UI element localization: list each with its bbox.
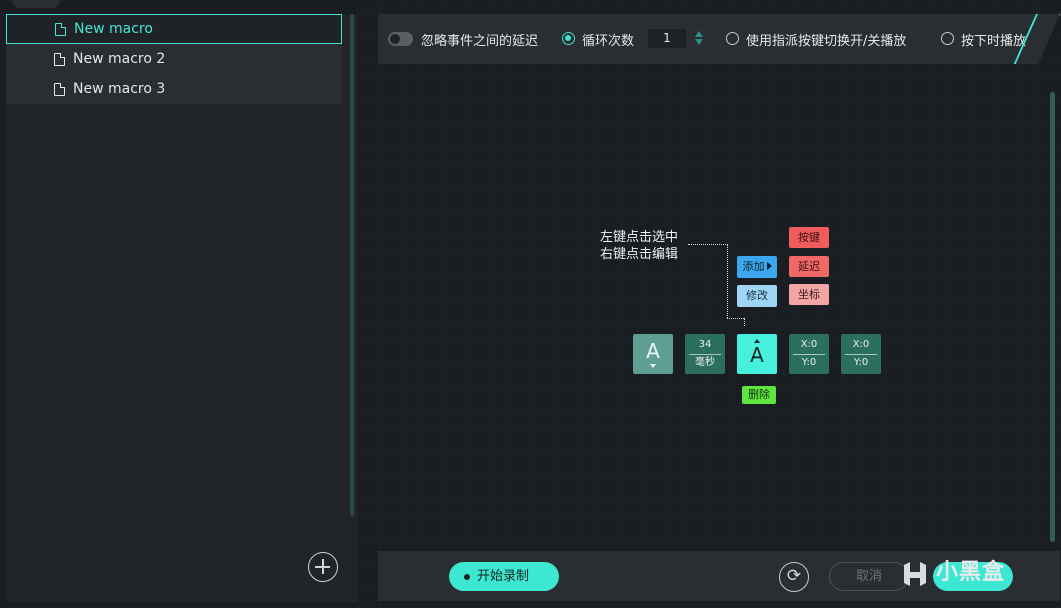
key-up-event[interactable]: A: [737, 334, 777, 374]
coordinate-x: X:0: [852, 339, 870, 350]
edit-button[interactable]: 修改: [737, 285, 777, 307]
ignore-delay-label: 忽略事件之间的延迟: [421, 34, 539, 49]
toggle-key-radio[interactable]: [726, 32, 739, 45]
coordinate-x: X:0: [800, 339, 818, 350]
start-recording-button[interactable]: 开始录制: [449, 562, 559, 591]
stepper-up-icon[interactable]: [695, 31, 703, 37]
divider: [845, 354, 877, 355]
divider: [689, 354, 721, 355]
delay-event[interactable]: 34 毫秒: [685, 334, 725, 374]
xiaoheihe-logo-icon: [904, 562, 926, 586]
play-arrow-icon: [766, 262, 772, 270]
top-corner-decoration: [12, 0, 60, 8]
playback-options-bar: 忽略事件之间的延迟 循环次数 1 使用指派按键切换开/关播放 按下时播放: [378, 14, 1060, 64]
add-button-label: 添加: [742, 260, 765, 273]
start-recording-label: 开始录制: [477, 569, 530, 584]
help-text: 左键点击选中 右键点击编辑: [600, 229, 678, 263]
key-letter: A: [750, 343, 764, 367]
key-letter: A: [646, 339, 660, 363]
help-connector: [688, 244, 728, 245]
help-line-select: 左键点击选中: [600, 230, 679, 245]
delete-button[interactable]: 删除: [742, 386, 776, 404]
coordinate-event[interactable]: X:0 Y:0: [789, 334, 829, 374]
macro-item-label: New macro 2: [73, 51, 166, 67]
ignore-delay-toggle[interactable]: [388, 32, 413, 46]
hold-play-label: 按下时播放: [961, 34, 1027, 49]
file-icon: [54, 52, 65, 66]
macro-item[interactable]: New macro: [6, 14, 342, 44]
add-button[interactable]: 添加: [737, 256, 777, 278]
reset-button[interactable]: ⟳: [779, 562, 809, 592]
stepper-down-icon[interactable]: [695, 39, 703, 45]
coordinate-event[interactable]: X:0 Y:0: [841, 334, 881, 374]
loop-count-stepper[interactable]: [694, 29, 704, 48]
macro-item-label: New macro 3: [73, 81, 166, 97]
delay-unit: 毫秒: [695, 357, 715, 368]
loop-count-input[interactable]: 1: [648, 29, 686, 48]
cancel-button[interactable]: 取消: [829, 562, 909, 591]
help-connector: [727, 318, 744, 319]
add-key-button[interactable]: 按键: [789, 227, 829, 248]
background-grid: [357, 0, 1061, 608]
help-line-edit: 右键点击编辑: [600, 247, 679, 262]
key-down-arrow-icon: [650, 364, 656, 368]
macro-list-scrollbar[interactable]: [350, 14, 354, 516]
coordinate-y: Y:0: [853, 357, 869, 368]
help-connector: [744, 318, 745, 326]
watermark: 小黑盒: [900, 553, 1040, 593]
file-icon: [54, 82, 65, 96]
add-macro-button[interactable]: [308, 552, 338, 582]
delay-value: 34: [698, 339, 712, 350]
loop-count-label: 循环次数: [582, 34, 635, 49]
toggle-key-label: 使用指派按键切换开/关播放: [746, 34, 907, 49]
add-delay-button[interactable]: 延迟: [789, 256, 829, 277]
coordinate-y: Y:0: [801, 357, 817, 368]
refresh-icon: ⟳: [786, 566, 802, 586]
add-coordinate-button[interactable]: 坐标: [789, 284, 829, 305]
loop-count-radio[interactable]: [562, 32, 575, 45]
hold-play-radio[interactable]: [941, 32, 954, 45]
help-connector: [727, 244, 728, 318]
macro-item[interactable]: New macro 3: [6, 74, 342, 104]
editor-scrollbar[interactable]: [1050, 92, 1055, 542]
record-dot-icon: [464, 574, 470, 580]
divider: [793, 354, 825, 355]
macro-item-label: New macro: [74, 21, 153, 37]
watermark-text: 小黑盒: [936, 560, 1006, 585]
macro-list: New macro New macro 2 New macro 3: [6, 14, 342, 104]
macro-list-panel: New macro New macro 2 New macro 3: [6, 14, 357, 602]
macro-item[interactable]: New macro 2: [6, 44, 342, 74]
file-icon: [55, 22, 66, 36]
key-down-event[interactable]: A: [633, 334, 673, 374]
